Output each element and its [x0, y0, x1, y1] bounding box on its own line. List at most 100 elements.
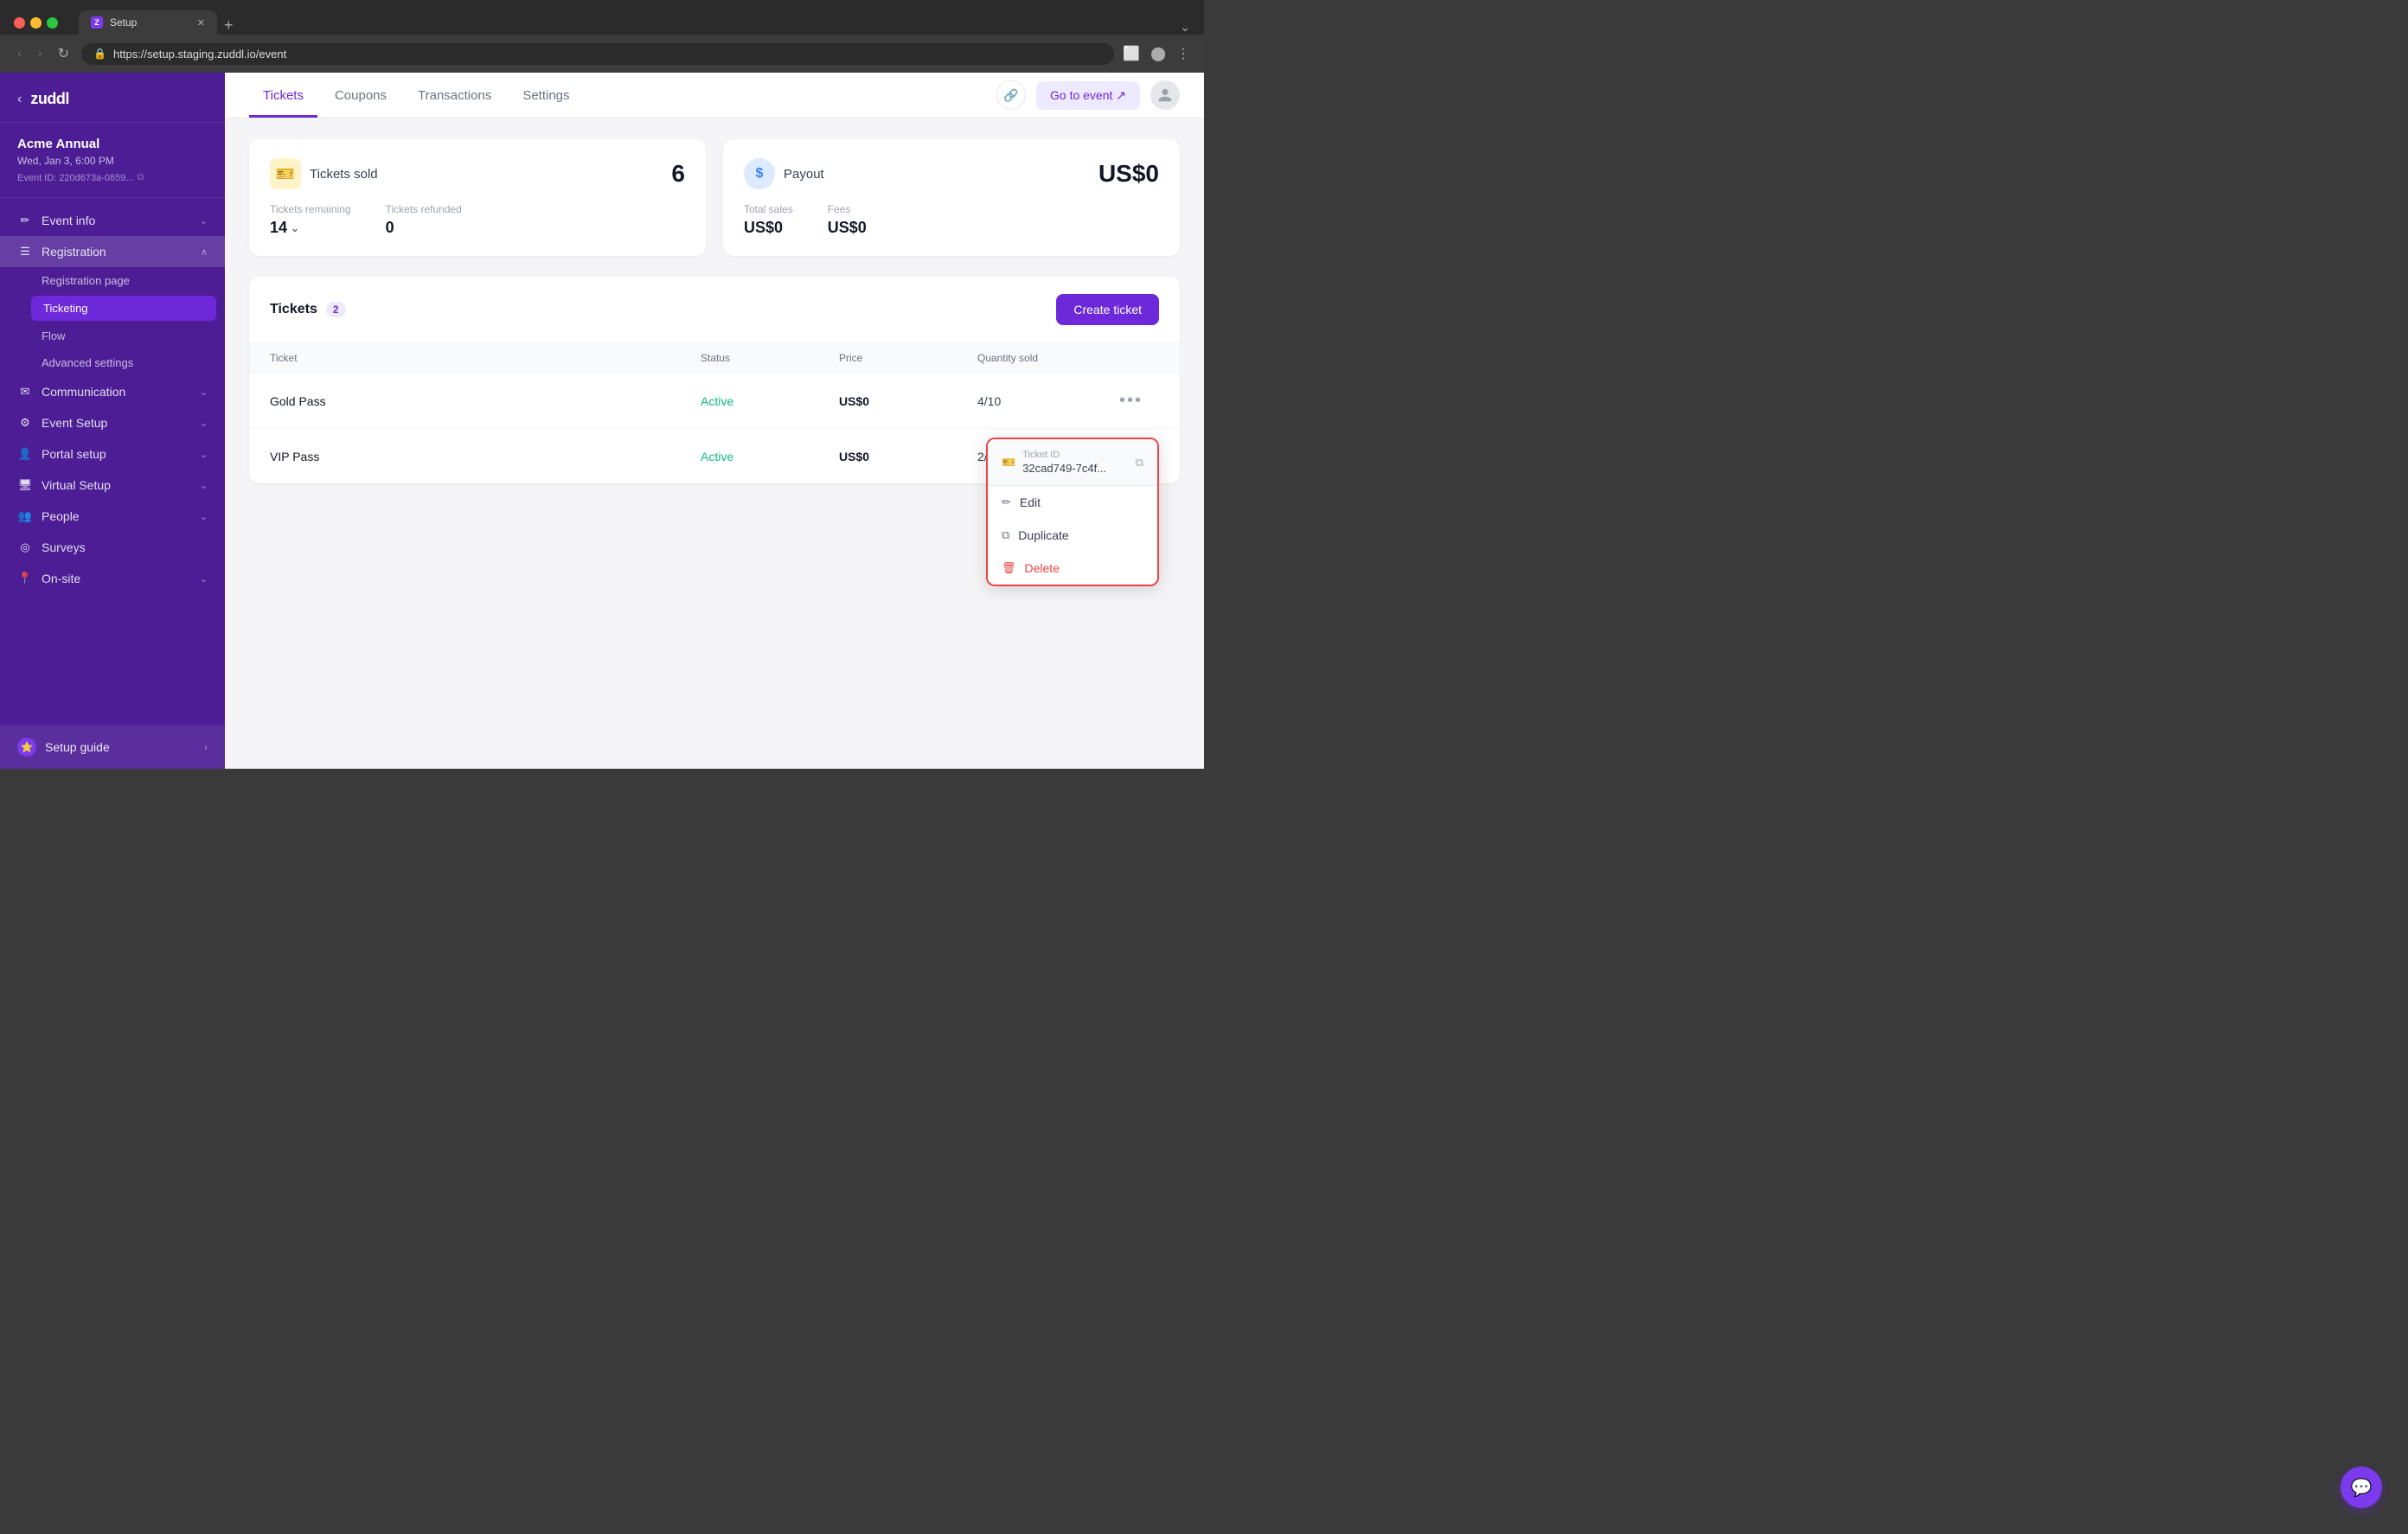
- chevron-icon: ⌄: [200, 387, 208, 398]
- context-menu: 🎫 Ticket ID 32cad749-7c4f... ⧉ ✏ Edit: [986, 438, 1159, 586]
- cast-icon[interactable]: ⬜: [1123, 45, 1140, 62]
- sidebar-item-communication[interactable]: ✉ Communication ⌄: [0, 376, 225, 407]
- dropdown-edit-item[interactable]: ✏ Edit: [988, 486, 1157, 519]
- list-icon: ☰: [17, 245, 33, 259]
- ellipsis-icon: •••: [1119, 391, 1143, 411]
- survey-icon: ◎: [17, 540, 33, 554]
- sidebar-setup-guide[interactable]: ⭐ Setup guide ›: [0, 725, 225, 769]
- security-icon: 🔒: [93, 48, 106, 60]
- chevron-icon: ⌄: [200, 480, 208, 491]
- ticket-id-icon: 🎫: [1002, 456, 1015, 470]
- tickets-count-badge: 2: [326, 302, 346, 317]
- tickets-sold-title: Tickets sold: [310, 167, 378, 182]
- back-button[interactable]: ‹: [14, 42, 25, 65]
- sidebar-item-label: Registration: [42, 245, 106, 259]
- sidebar-back-button[interactable]: ‹: [17, 92, 22, 107]
- copy-ticket-id-button[interactable]: ⧉: [1136, 456, 1143, 470]
- sidebar-item-registration-page[interactable]: Registration page: [0, 267, 225, 294]
- sidebar-item-registration[interactable]: ☰ Registration ∧: [0, 236, 225, 267]
- tab-tickets[interactable]: Tickets: [249, 73, 317, 118]
- refunded-label: Tickets refunded: [386, 203, 462, 215]
- chevron-icon: ∧: [201, 246, 208, 258]
- record-icon[interactable]: ⬤: [1150, 45, 1166, 62]
- col-quantity: Quantity sold: [977, 352, 1116, 364]
- forward-button[interactable]: ›: [34, 42, 45, 65]
- ticket-id-section: 🎫 Ticket ID 32cad749-7c4f... ⧉: [988, 439, 1157, 486]
- minimize-button[interactable]: [30, 17, 42, 29]
- total-sales-value: US$0: [744, 219, 793, 237]
- col-ticket: Ticket: [270, 352, 701, 364]
- ticket-icon: 🎫: [270, 158, 301, 189]
- chat-icon: 💬: [2351, 1477, 2373, 1499]
- ticket-quantity: 4/10: [977, 394, 1116, 408]
- sidebar-item-event-setup[interactable]: ⚙ Event Setup ⌄: [0, 407, 225, 438]
- new-tab-button[interactable]: +: [217, 16, 240, 35]
- sidebar-item-label: Surveys: [42, 540, 86, 554]
- sidebar-item-people[interactable]: 👥 People ⌄: [0, 501, 225, 532]
- ticket-status: Active: [701, 450, 839, 463]
- dollar-icon: $: [744, 158, 775, 189]
- chevron-icon: ⌄: [200, 511, 208, 522]
- sidebar-item-label: People: [42, 509, 80, 523]
- event-info-section: Acme Annual Wed, Jan 3, 6:00 PM Event ID…: [0, 123, 225, 198]
- tab-transactions[interactable]: Transactions: [404, 73, 505, 118]
- address-bar[interactable]: 🔒 https://setup.staging.zuddl.io/event: [81, 43, 1114, 65]
- user-avatar[interactable]: [1150, 80, 1180, 110]
- chevron-icon: ⌄: [200, 573, 208, 585]
- tab-end-icon: ⌄: [1180, 20, 1190, 35]
- stats-row: 🎫 Tickets sold 6 Tickets remaining 14 ⌄: [249, 139, 1180, 256]
- location-icon: 📍: [17, 572, 33, 585]
- event-name: Acme Annual: [17, 137, 208, 151]
- dropdown-duplicate-item[interactable]: ⧉ Duplicate: [988, 519, 1157, 552]
- create-ticket-button[interactable]: Create ticket: [1056, 294, 1159, 325]
- tab-favicon: Z: [91, 16, 103, 29]
- ticket-price: US$0: [839, 394, 977, 408]
- sidebar-item-flow[interactable]: Flow: [0, 323, 225, 349]
- event-date: Wed, Jan 3, 6:00 PM: [17, 155, 208, 167]
- ticket-name: Gold Pass: [270, 394, 701, 408]
- dropdown-delete-item[interactable]: 🗑 Delete: [988, 552, 1157, 585]
- sidebar-item-ticketing[interactable]: Ticketing: [31, 296, 216, 321]
- sidebar-item-advanced-settings[interactable]: Advanced settings: [0, 349, 225, 376]
- fees-value: US$0: [828, 219, 867, 237]
- gear-icon: ⚙: [17, 416, 33, 430]
- ticket-price: US$0: [839, 450, 977, 463]
- setup-guide-label: Setup guide: [45, 740, 110, 754]
- tab-settings[interactable]: Settings: [509, 73, 583, 118]
- sidebar-item-surveys[interactable]: ◎ Surveys: [0, 532, 225, 563]
- sidebar-item-on-site[interactable]: 📍 On-site ⌄: [0, 563, 225, 594]
- sidebar-item-virtual-setup[interactable]: 🖥 Virtual Setup ⌄: [0, 470, 225, 501]
- tab-coupons[interactable]: Coupons: [321, 73, 400, 118]
- copy-event-id-icon[interactable]: ⧉: [138, 172, 144, 183]
- total-sales-label: Total sales: [744, 203, 793, 215]
- browser-tab[interactable]: Z Setup ✕: [79, 10, 217, 35]
- ticket-status: Active: [701, 394, 839, 408]
- sidebar-item-portal-setup[interactable]: 👤 Portal setup ⌄: [0, 438, 225, 470]
- sidebar-item-label: Event Setup: [42, 416, 107, 430]
- payout-title: Payout: [784, 167, 824, 182]
- go-to-event-button[interactable]: Go to event ↗: [1036, 81, 1140, 110]
- header-actions: 🔗 Go to event ↗: [996, 80, 1180, 110]
- fees-label: Fees: [828, 203, 867, 215]
- table-row: VIP Pass Active US$0 2/10 ••• 🎫: [249, 429, 1180, 483]
- edit-icon: ✏: [1002, 495, 1011, 509]
- sidebar-item-label: Communication: [42, 385, 125, 399]
- header-tabs: Tickets Coupons Transactions Settings: [249, 73, 996, 118]
- col-price: Price: [839, 352, 977, 364]
- col-actions: [1116, 352, 1159, 364]
- menu-icon[interactable]: ⋮: [1176, 45, 1190, 62]
- table-row: Gold Pass Active US$0 4/10 •••: [249, 374, 1180, 429]
- chat-fab-button[interactable]: 💬: [2341, 1467, 2382, 1508]
- maximize-button[interactable]: [47, 17, 58, 29]
- sidebar-item-event-info[interactable]: ✏ Event info ⌄: [0, 205, 225, 236]
- content-body: 🎫 Tickets sold 6 Tickets remaining 14 ⌄: [225, 118, 1204, 763]
- tickets-section-title: Tickets: [270, 302, 317, 317]
- payout-card: $ Payout US$0 Total sales US$0 Fees US$0: [723, 139, 1180, 256]
- trash-icon: 🗑: [1002, 561, 1016, 575]
- tab-close-button[interactable]: ✕: [197, 17, 205, 29]
- link-button[interactable]: 🔗: [996, 80, 1026, 110]
- close-button[interactable]: [14, 17, 25, 29]
- sidebar-nav: ✏ Event info ⌄ ☰ Registration ∧ Registra…: [0, 198, 225, 725]
- more-options-button[interactable]: •••: [1116, 387, 1159, 414]
- refresh-button[interactable]: ↻: [54, 42, 73, 66]
